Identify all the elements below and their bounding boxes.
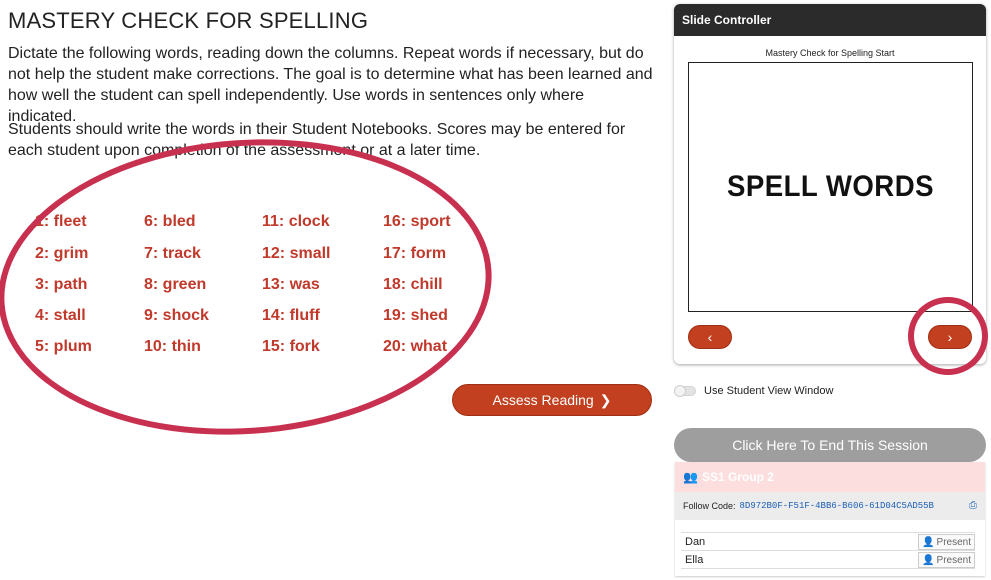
- student-list: Dan 👤 Present Ella 👤 Present: [681, 532, 975, 569]
- word-item: 17: form: [383, 245, 447, 262]
- instructions-paragraph: Dictate the following words, reading dow…: [8, 45, 653, 125]
- student-row: Ella 👤 Present: [681, 551, 975, 569]
- slide-controller-panel: Slide Controller Mastery Check for Spell…: [674, 4, 986, 364]
- present-label: Present: [936, 536, 971, 548]
- word-item: 12: small: [262, 245, 331, 262]
- toggle-knob: [674, 385, 686, 397]
- user-check-icon: 👤: [922, 554, 935, 566]
- student-view-toggle-label: Use Student View Window: [704, 385, 834, 397]
- word-item: 11: clock: [262, 213, 330, 230]
- word-item: 8: green: [144, 276, 207, 293]
- next-slide-button[interactable]: ›: [928, 325, 972, 349]
- word-item: 4: stall: [35, 307, 86, 324]
- word-item: 10: thin: [144, 338, 201, 355]
- word-item: 9: shock: [144, 307, 209, 324]
- student-name: Dan: [685, 535, 706, 548]
- user-check-icon: 👤: [922, 536, 935, 548]
- word-item: 14: fluff: [262, 307, 320, 324]
- student-row: Dan 👤 Present: [681, 533, 975, 551]
- end-session-button[interactable]: Click Here To End This Session: [674, 428, 986, 462]
- student-view-toggle-row: Use Student View Window: [674, 385, 833, 397]
- assess-reading-label: Assess Reading: [492, 392, 594, 408]
- print-icon[interactable]: ⎙: [969, 500, 977, 511]
- notebook-paragraph: Students should write the words in their…: [8, 121, 626, 159]
- assess-reading-button[interactable]: Assess Reading ❯: [452, 384, 652, 416]
- student-name: Ella: [685, 553, 704, 566]
- slide-text: SPELL WORDS: [727, 170, 934, 203]
- slide-controller-title: Slide Controller: [674, 4, 986, 36]
- word-item: 19: shed: [383, 307, 448, 324]
- word-item: 16: sport: [383, 213, 451, 230]
- word-item: 6: bled: [144, 213, 196, 230]
- slide-preview: SPELL WORDS: [688, 62, 973, 312]
- word-item: 7: track: [144, 245, 201, 262]
- chevron-left-icon: ‹: [707, 329, 713, 345]
- slide-caption: Mastery Check for Spelling Start: [765, 48, 895, 58]
- present-badge[interactable]: 👤 Present: [918, 552, 975, 568]
- word-item: 2: grim: [35, 245, 89, 262]
- group-card: 👥 SS1 Group 2 Follow Code: 8D972B0F-F51F…: [675, 462, 985, 576]
- word-item: 13: was: [262, 276, 320, 293]
- present-label: Present: [936, 554, 971, 566]
- chevron-right-icon: ❯: [599, 391, 612, 408]
- follow-code-value: 8D972B0F-F51F-4BB6-B606-61D04C5AD55B: [739, 501, 934, 511]
- group-name: SS1 Group 2: [701, 470, 774, 484]
- chevron-right-icon: ›: [947, 329, 953, 345]
- word-item: 3: path: [35, 276, 88, 293]
- page-title: MASTERY CHECK FOR SPELLING: [8, 8, 369, 33]
- follow-code-label: Follow Code:: [683, 501, 736, 511]
- word-item: 1: fleet: [35, 213, 87, 230]
- student-view-toggle[interactable]: [674, 385, 696, 397]
- previous-slide-button[interactable]: ‹: [688, 325, 732, 349]
- word-item: 18: chill: [383, 276, 443, 293]
- follow-code-row: Follow Code: 8D972B0F-F51F-4BB6-B606-61D…: [675, 492, 985, 520]
- word-item: 15: fork: [262, 338, 320, 355]
- word-item: 5: plum: [35, 338, 92, 355]
- word-item: 20: what: [383, 338, 448, 355]
- present-badge[interactable]: 👤 Present: [918, 534, 975, 550]
- group-header: 👥 SS1 Group 2: [675, 462, 985, 492]
- users-icon: 👥: [683, 470, 698, 484]
